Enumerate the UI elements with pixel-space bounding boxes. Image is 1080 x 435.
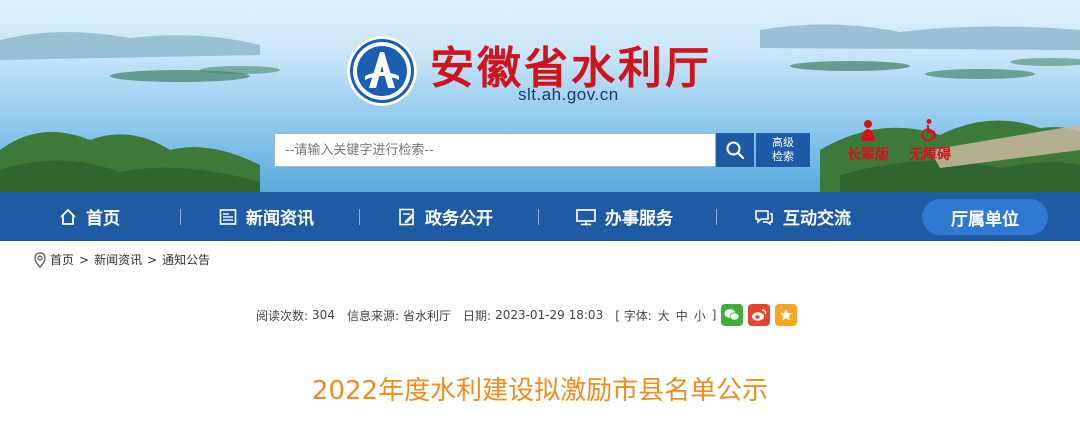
nav-item-label: 首页 — [86, 209, 120, 229]
nav-divider — [359, 209, 360, 225]
nav-item-label: 新闻资讯 — [246, 209, 314, 229]
favorite-button[interactable] — [775, 304, 798, 326]
chat-icon — [755, 209, 773, 225]
document-edit-icon — [399, 208, 414, 225]
nav-divider — [716, 209, 717, 225]
font-small-button[interactable]: 小 — [694, 307, 706, 324]
nav-item-government-affairs[interactable]: 政务公开 — [397, 192, 493, 241]
nav-item-services[interactable]: 办事服务 — [575, 192, 673, 241]
accessibility-link[interactable]: 无障碍 — [902, 118, 958, 164]
favorite-icon — [780, 309, 793, 321]
site-url: slt.ah.gov.cn — [518, 85, 619, 104]
share-wechat-button[interactable] — [721, 304, 744, 326]
article-title: 2022年度水利建设拟激励市县名单公示 — [311, 376, 769, 406]
nav-item-label: 互动交流 — [783, 209, 851, 229]
advanced-search-button[interactable]: 高级 检索 — [756, 133, 810, 167]
monitor-icon — [576, 208, 596, 225]
advanced-search-label-1: 高级 — [772, 136, 794, 149]
font-size-label: [ 字体: — [615, 308, 652, 323]
water-logo-icon — [353, 42, 411, 100]
main-nav: 首页 新闻资讯 政务公开 办事服务 互动交流 — [0, 192, 1080, 241]
nav-item-label: 政务公开 — [425, 209, 493, 229]
date-value: 2023-01-29 18:03 — [495, 308, 604, 322]
nav-divider — [180, 209, 181, 225]
source-label: 信息来源: — [346, 308, 399, 323]
share-weibo-button[interactable] — [748, 304, 771, 326]
home-icon — [60, 208, 76, 225]
font-medium-button[interactable]: 中 — [676, 307, 688, 324]
font-size-close: ] — [711, 308, 717, 322]
wechat-icon — [724, 309, 740, 321]
breadcrumb: 首页 > 新闻资讯 > 通知公告 — [34, 251, 215, 268]
advanced-search-label-2: 检索 — [772, 150, 794, 163]
elder-icon — [861, 120, 875, 141]
breadcrumb-home[interactable]: 首页 — [50, 251, 74, 268]
breadcrumb-news[interactable]: 新闻资讯 — [94, 251, 142, 268]
nav-item-affiliated-units[interactable]: 厅属单位 — [922, 199, 1048, 235]
header-banner: 安徽省水利厅 slt.ah.gov.cn 高级 检索 长辈版 无障碍 — [0, 0, 1080, 192]
nav-divider — [538, 209, 539, 225]
search-icon — [726, 141, 745, 160]
views-label: 阅读次数: — [256, 308, 309, 323]
search-input[interactable] — [275, 134, 715, 166]
nav-item-label: 厅属单位 — [951, 209, 1019, 230]
breadcrumb-separator: > — [79, 252, 90, 267]
breadcrumb-notices[interactable]: 通知公告 — [162, 251, 210, 268]
location-pin-icon — [34, 251, 46, 268]
date-label: 日期: — [463, 308, 492, 323]
source-value: 省水利厅 — [403, 308, 452, 323]
nav-item-label: 办事服务 — [605, 209, 673, 229]
nav-item-home[interactable]: 首页 — [58, 192, 120, 241]
wheelchair-icon — [921, 119, 938, 142]
font-large-button[interactable]: 大 — [658, 307, 670, 324]
search-button[interactable] — [716, 133, 754, 167]
breadcrumb-separator: > — [147, 252, 158, 267]
weibo-icon — [752, 309, 767, 321]
article-meta: 阅读次数: 304 信息来源: 省水利厅 日期: 2023-01-29 18:0… — [256, 304, 798, 326]
nav-item-news[interactable]: 新闻资讯 — [218, 192, 314, 241]
site-logo[interactable] — [347, 36, 417, 106]
news-icon — [219, 208, 237, 225]
elder-mode-link[interactable]: 长辈版 — [840, 118, 896, 164]
elder-mode-label: 长辈版 — [847, 147, 889, 163]
nav-item-interaction[interactable]: 互动交流 — [753, 192, 851, 241]
search-box — [274, 133, 716, 167]
accessibility-label: 无障碍 — [909, 147, 951, 163]
views-count: 304 — [312, 308, 335, 322]
